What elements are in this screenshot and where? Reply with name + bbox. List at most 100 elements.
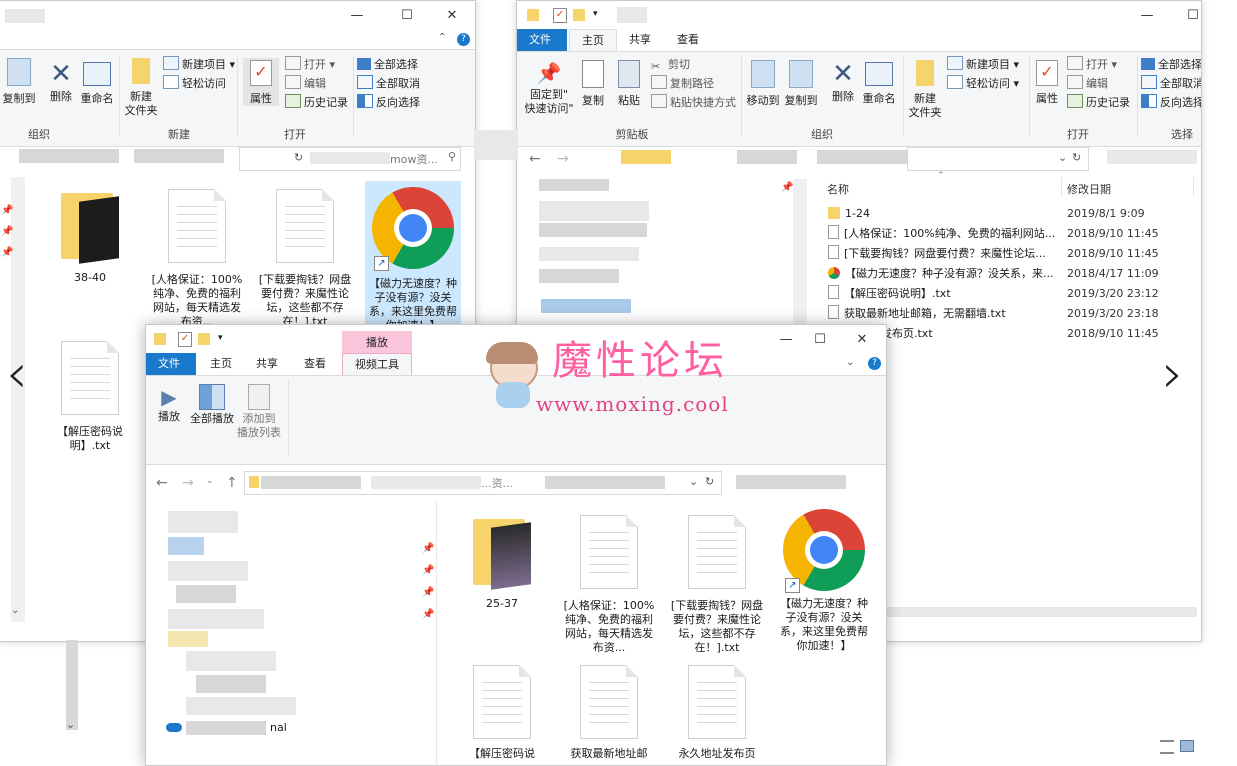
- quick-access-dropdown-icon[interactable]: ▾: [593, 9, 598, 19]
- refresh-icon[interactable]: ↻: [705, 475, 714, 488]
- address-dropdown-icon[interactable]: ⌄: [1058, 151, 1067, 164]
- file-item[interactable]: 【解压密码说: [454, 665, 550, 761]
- paste-shortcut-button[interactable]: 粘贴快捷方式: [651, 94, 736, 112]
- refresh-icon[interactable]: ↻: [1072, 151, 1081, 164]
- forward-arrow-icon[interactable]: →: [557, 151, 569, 167]
- edit-button[interactable]: 编辑: [1067, 75, 1108, 93]
- file-item[interactable]: [人格保证：100%纯净、免费的福利网站，每天精选发布资...: [149, 189, 245, 329]
- minimize-button[interactable]: —: [776, 331, 796, 349]
- tab-file[interactable]: 文件: [517, 29, 567, 51]
- copy-to-button[interactable]: 复制到: [783, 58, 819, 108]
- address-bar[interactable]: ↻ mow资... ⚲: [239, 147, 461, 171]
- file-item[interactable]: [下载要掏钱？网盘要付费？来魔性论坛，这些都不存在！].txt: [669, 515, 765, 655]
- details-view-icon[interactable]: [1160, 740, 1174, 754]
- scroll-down-icon[interactable]: ⌄: [66, 718, 75, 731]
- tab-home[interactable]: 主页: [198, 353, 244, 375]
- help-icon[interactable]: ?: [457, 33, 470, 46]
- file-item[interactable]: [下载要掏钱？网盘要付费？来魔性论坛，这些都不存在！].txt: [257, 189, 353, 329]
- collapse-ribbon-icon[interactable]: ⌄: [846, 357, 854, 368]
- tab-share[interactable]: 共享: [617, 29, 663, 51]
- shortcut-item[interactable]: ↗ 【磁力无速度？种子没有源？没关系，来这里免费帮你加速！】: [776, 509, 872, 653]
- tab-video-tools[interactable]: 视频工具: [342, 353, 412, 376]
- list-item[interactable]: [下载要掏钱？网盘要付费？来魔性论坛...: [828, 244, 1046, 264]
- tab-view[interactable]: 查看: [292, 353, 338, 375]
- play-button[interactable]: ▶ 播放: [152, 384, 186, 424]
- pin-quick-access-button[interactable]: 📌 固定到" 快速访问": [521, 58, 577, 116]
- address-bar[interactable]: ...资... ⌄ ↻: [244, 471, 722, 495]
- column-header-name[interactable]: 名称: [827, 181, 849, 197]
- file-item[interactable]: 永久地址发布页: [669, 665, 765, 761]
- file-item[interactable]: 获取最新地址邮: [561, 665, 657, 761]
- new-folder-button[interactable]: 新建 文件夹: [907, 58, 943, 120]
- tab-share[interactable]: 共享: [244, 353, 290, 375]
- easy-access-button[interactable]: 轻松访问 ▾: [947, 75, 1019, 93]
- paste-button[interactable]: 粘贴: [613, 58, 645, 108]
- select-all-button[interactable]: 全部选择: [357, 56, 418, 74]
- copy-to-button[interactable]: 复制到: [0, 58, 39, 106]
- move-to-button[interactable]: 移动到: [745, 58, 781, 108]
- forward-arrow-icon[interactable]: →: [182, 475, 194, 491]
- open-button[interactable]: 打开 ▾: [1067, 56, 1117, 74]
- invert-selection-button[interactable]: 反向选择: [357, 94, 420, 112]
- list-item[interactable]: 【磁力无速度？种子没有源？没关系，来...: [828, 264, 1054, 284]
- properties-button[interactable]: ✓ 属性: [243, 58, 279, 106]
- back-arrow-icon[interactable]: ←: [529, 151, 541, 167]
- add-to-playlist-button[interactable]: 添加到 播放列表: [234, 384, 284, 440]
- nav-scrollbar[interactable]: [793, 179, 807, 329]
- copy-path-button[interactable]: 复制路径: [651, 75, 714, 93]
- maximize-button[interactable]: ☐: [397, 7, 417, 25]
- delete-button[interactable]: ✕ 删除: [43, 58, 79, 104]
- help-icon[interactable]: ?: [868, 357, 881, 370]
- history-button[interactable]: 历史记录: [285, 94, 348, 112]
- copy-button[interactable]: 复制: [577, 58, 609, 108]
- next-image-arrow[interactable]: ›: [1162, 342, 1184, 405]
- cut-button[interactable]: ✂ 剪切: [651, 56, 690, 74]
- previous-image-arrow[interactable]: ‹: [6, 342, 28, 405]
- properties-button[interactable]: ✓ 属性: [1029, 58, 1065, 106]
- minimize-button[interactable]: —: [1137, 7, 1157, 25]
- shortcut-item-selected[interactable]: ↗ 【磁力无速度？种子没有源？没关系，来这里免费帮你加速！】: [365, 181, 461, 332]
- search-icon[interactable]: ⚲: [448, 150, 456, 163]
- delete-button[interactable]: ✕ 删除: [825, 58, 861, 104]
- folder-item[interactable]: 25-37: [454, 515, 550, 611]
- address-dropdown-icon[interactable]: ⌄: [689, 475, 698, 488]
- refresh-icon[interactable]: ↻: [294, 151, 303, 164]
- recent-locations-icon[interactable]: ⌄: [206, 476, 214, 486]
- back-arrow-icon[interactable]: ←: [156, 475, 168, 491]
- scroll-down-icon[interactable]: ⌄: [11, 605, 19, 616]
- play-all-button[interactable]: 全部播放: [186, 384, 238, 426]
- select-all-button[interactable]: 全部选择: [1141, 56, 1201, 74]
- maximize-button[interactable]: ☐: [1183, 7, 1201, 25]
- file-item[interactable]: [人格保证：100%纯净、免费的福利网站，每天精选发布资...: [561, 515, 657, 655]
- close-button[interactable]: ✕: [852, 331, 872, 349]
- address-bar[interactable]: ⌄ ↻: [907, 147, 1089, 171]
- tab-file[interactable]: 文件: [146, 353, 196, 375]
- rename-button[interactable]: 重命名: [79, 58, 115, 106]
- column-header-modified[interactable]: 修改日期: [1067, 181, 1111, 197]
- quick-access-dropdown-icon[interactable]: ▾: [218, 333, 223, 343]
- list-item[interactable]: 获取最新地址邮箱，无需翻墙.txt: [828, 304, 1006, 324]
- minimize-button[interactable]: —: [347, 7, 367, 25]
- large-icons-view-icon[interactable]: [1180, 740, 1194, 752]
- up-arrow-icon[interactable]: ↑: [226, 475, 238, 491]
- maximize-button[interactable]: ☐: [810, 331, 830, 349]
- list-item[interactable]: 1-24: [828, 204, 870, 224]
- new-item-button[interactable]: 新建项目 ▾: [163, 56, 235, 74]
- collapse-ribbon-icon[interactable]: ⌃: [438, 32, 446, 43]
- file-item[interactable]: 【解压密码说明】.txt: [42, 341, 138, 453]
- easy-access-button[interactable]: 轻松访问: [163, 75, 226, 93]
- list-item[interactable]: [人格保证：100%纯净、免费的福利网站...: [828, 224, 1055, 244]
- open-button[interactable]: 打开 ▾: [285, 56, 335, 74]
- folder-item[interactable]: 38-40: [42, 189, 138, 285]
- invert-selection-button[interactable]: 反向选择: [1141, 94, 1201, 112]
- select-none-button[interactable]: 全部取消: [1141, 75, 1201, 93]
- list-item[interactable]: 【解压密码说明】.txt: [828, 284, 951, 304]
- select-none-button[interactable]: 全部取消: [357, 75, 420, 93]
- rename-button[interactable]: 重命名: [861, 58, 897, 106]
- new-folder-button[interactable]: 新建 文件夹: [123, 58, 159, 118]
- edit-button[interactable]: 编辑: [285, 75, 326, 93]
- new-item-button[interactable]: 新建项目 ▾: [947, 56, 1019, 74]
- close-button[interactable]: ✕: [442, 7, 462, 25]
- tab-home[interactable]: 主页: [569, 29, 617, 52]
- tab-view[interactable]: 查看: [665, 29, 711, 51]
